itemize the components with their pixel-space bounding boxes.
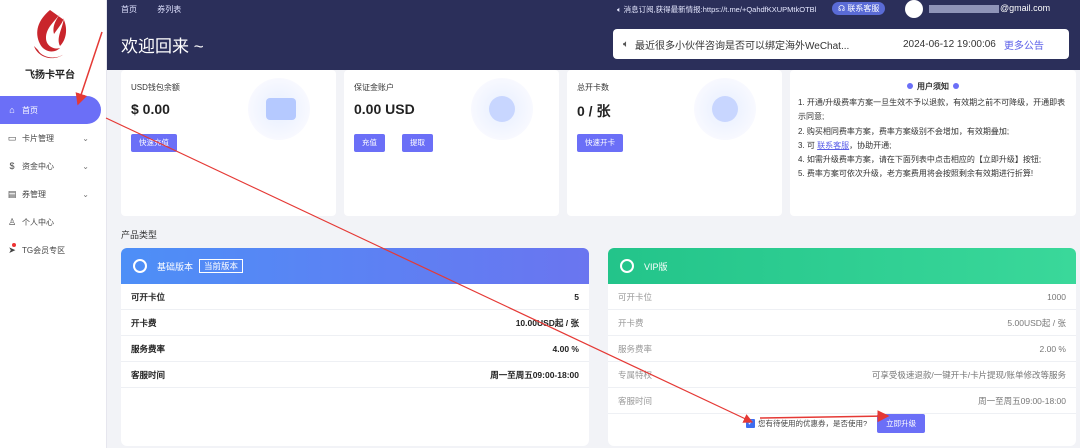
coupon-option: ✓ 您有待使用的优惠券，是否使用? 立即升级: [746, 414, 926, 433]
notice-line: 2. 购买相同费率方案，费率方案级别不会增加，有效期叠加;: [798, 126, 1010, 136]
section-title: 产品类型: [121, 230, 158, 240]
card-title: 保证金账户: [354, 83, 394, 92]
sidebar-item-label: 个人中心: [22, 217, 54, 227]
plan-row: 可开卡位 1000: [608, 284, 1076, 310]
plan-row: 服务费率 2.00 %: [608, 336, 1076, 362]
sidebar-nav: ⌂ 首页 ▭ 卡片管理 ⌄ $ 资金中心 ⌄ ▤ 券管理 ⌄ ♙ 个人中心 ➤ …: [0, 96, 107, 264]
headset-icon: [694, 78, 756, 140]
wallet-balance: $ 0.00: [131, 101, 170, 117]
card-title: USD钱包余额: [131, 83, 180, 92]
coupon-icon: ▤: [7, 188, 17, 199]
breadcrumb: 首页 券列表: [121, 4, 199, 15]
more-announcements-link[interactable]: 更多公告: [1004, 37, 1044, 52]
sidebar-item-label: 券管理: [22, 189, 46, 199]
coupon-text: 您有待使用的优惠券，是否使用?: [758, 419, 868, 428]
top-banner: 首页 券列表 🔈︎ 消息订阅,获得最新情报:https://t.me/+Qahd…: [107, 0, 1080, 70]
brand-logo: [34, 10, 67, 59]
headset-icon: ☊: [838, 4, 846, 13]
total-cards-value: 0 / 张: [577, 103, 611, 119]
upgrade-now-button[interactable]: 立即升级: [877, 414, 926, 433]
plan-row: 客服时间 周一至周五09:00-18:00: [608, 388, 1076, 414]
announcement-bar[interactable]: 🔈︎ 最近很多小伙伴咨询是否可以绑定海外WeChat... 2024-06-12…: [613, 29, 1069, 59]
plan-row: 服务费率 4.00 %: [121, 336, 589, 362]
plan-icon: [620, 259, 634, 273]
current-plan-badge: 当前版本: [199, 259, 244, 273]
usd-wallet-card: USD钱包余额 $ 0.00 快速充值: [121, 70, 336, 216]
wallet-icon: [248, 78, 310, 140]
breadcrumb-home[interactable]: 首页: [121, 5, 137, 14]
notice-line: 5. 费率方案可依次升级，老方案费用将会按照剩余有效期进行折算!: [798, 169, 1034, 179]
avatar[interactable]: [905, 0, 923, 18]
plan-row: 专属特权 可享受极速退款/一键开卡/卡片提现/账单修改等服务: [608, 362, 1076, 388]
sidebar-item-label: TG会员专区: [22, 245, 66, 255]
user-notice-panel: 用户须知 1. 开通/升级费率方案一旦生效不予以退款，有效期之前不可降级，开通即…: [790, 70, 1076, 216]
plan-row: 开卡费 10.00USD起 / 张: [121, 310, 589, 336]
sidebar-item-profile[interactable]: ♙ 个人中心: [0, 208, 107, 236]
sidebar-item-cards[interactable]: ▭ 卡片管理 ⌄: [0, 124, 107, 152]
notice-heading: 用户须知: [798, 80, 1068, 94]
total-cards-card: 总开卡数 0 / 张 快速开卡: [567, 70, 782, 216]
plan-icon: [133, 259, 147, 273]
masked-username: [929, 5, 999, 13]
sidebar-item-home[interactable]: ⌂ 首页: [0, 96, 101, 124]
notice-line: 1. 开通/升级费率方案一旦生效不予以退款，有效期之前不可降级，开通即表示同意;: [798, 98, 1066, 122]
topup-button[interactable]: 充值: [354, 134, 385, 152]
home-icon: ⌂: [9, 105, 15, 115]
user-email[interactable]: @gmail.com: [1000, 3, 1050, 13]
headset-icon: [471, 78, 533, 140]
brand-name: 飞扬卡平台: [25, 70, 75, 81]
sidebar-item-label: 资金中心: [22, 161, 54, 171]
sidebar-item-telegram[interactable]: ➤ TG会员专区: [0, 236, 107, 264]
plan-row: 可开卡位 5: [121, 284, 589, 310]
sidebar-item-coupons[interactable]: ▤ 券管理 ⌄: [0, 180, 107, 208]
support-button[interactable]: ☊ 联系客服: [832, 2, 886, 15]
subscribe-link[interactable]: 🔈︎ 消息订阅,获得最新情报:https://t.me/+QahdfKXUPMt…: [617, 4, 816, 15]
announcement-date: 2024-06-12 19:00:06: [903, 38, 996, 50]
card-icon: ▭: [7, 132, 17, 143]
speaker-icon: 🔈︎: [623, 38, 629, 50]
notice-line: 3. 可 联系客服，协助开通;: [798, 140, 892, 150]
plan-name: VIP版: [644, 261, 668, 272]
chevron-down-icon: ⌄: [82, 189, 89, 199]
breadcrumb-coupons[interactable]: 券列表: [157, 5, 181, 14]
quick-topup-button[interactable]: 快速充值: [131, 134, 177, 152]
card-title: 总开卡数: [577, 83, 609, 92]
welcome-title: 欢迎回来 ~: [121, 37, 204, 56]
deposit-card: 保证金账户 0.00 USD 充值 提取: [344, 70, 559, 216]
sidebar-item-funds[interactable]: $ 资金中心 ⌄: [0, 152, 107, 180]
chevron-down-icon: ⌄: [82, 161, 89, 171]
sidebar: 飞扬卡平台 ⌂ 首页 ▭ 卡片管理 ⌄ $ 资金中心 ⌄ ▤ 券管理 ⌄ ♙ 个…: [0, 0, 107, 448]
basic-plan-panel: 基础版本 当前版本 可开卡位 5 开卡费 10.00USD起 / 张 服务费率 4.0…: [121, 248, 589, 446]
deposit-balance: 0.00 USD: [354, 101, 415, 117]
plan-row: 开卡费 5.00USD起 / 张: [608, 310, 1076, 336]
quick-open-card-button[interactable]: 快速开卡: [577, 134, 623, 152]
user-icon: ♙: [7, 216, 17, 227]
notification-dot: [12, 243, 16, 247]
chevron-down-icon: ⌄: [82, 133, 89, 143]
basic-plan-header: 基础版本 当前版本: [121, 248, 589, 284]
vip-plan-panel: VIP版 可开卡位 1000 开卡费 5.00USD起 / 张 服务费率 2.00 %…: [608, 248, 1076, 446]
vip-plan-header: VIP版: [608, 248, 1076, 284]
plan-row: 客服时间 周一至周五09:00-18:00: [121, 362, 589, 388]
speaker-icon: 🔈︎: [617, 5, 622, 14]
withdraw-button[interactable]: 提取: [402, 134, 433, 152]
sidebar-item-label: 卡片管理: [22, 133, 54, 143]
coupon-checkbox[interactable]: ✓: [746, 419, 755, 428]
notice-line: 4. 如需升级费率方案，请在下面列表中点击相应的【立即升级】按钮;: [798, 155, 1042, 165]
sidebar-item-label: 首页: [22, 105, 38, 115]
contact-support-link[interactable]: 联系客服: [817, 141, 849, 150]
dollar-icon: $: [9, 161, 15, 171]
announcement-text[interactable]: 最近很多小伙伴咨询是否可以绑定海外WeChat...: [635, 37, 875, 52]
plan-name: 基础版本: [157, 261, 194, 272]
